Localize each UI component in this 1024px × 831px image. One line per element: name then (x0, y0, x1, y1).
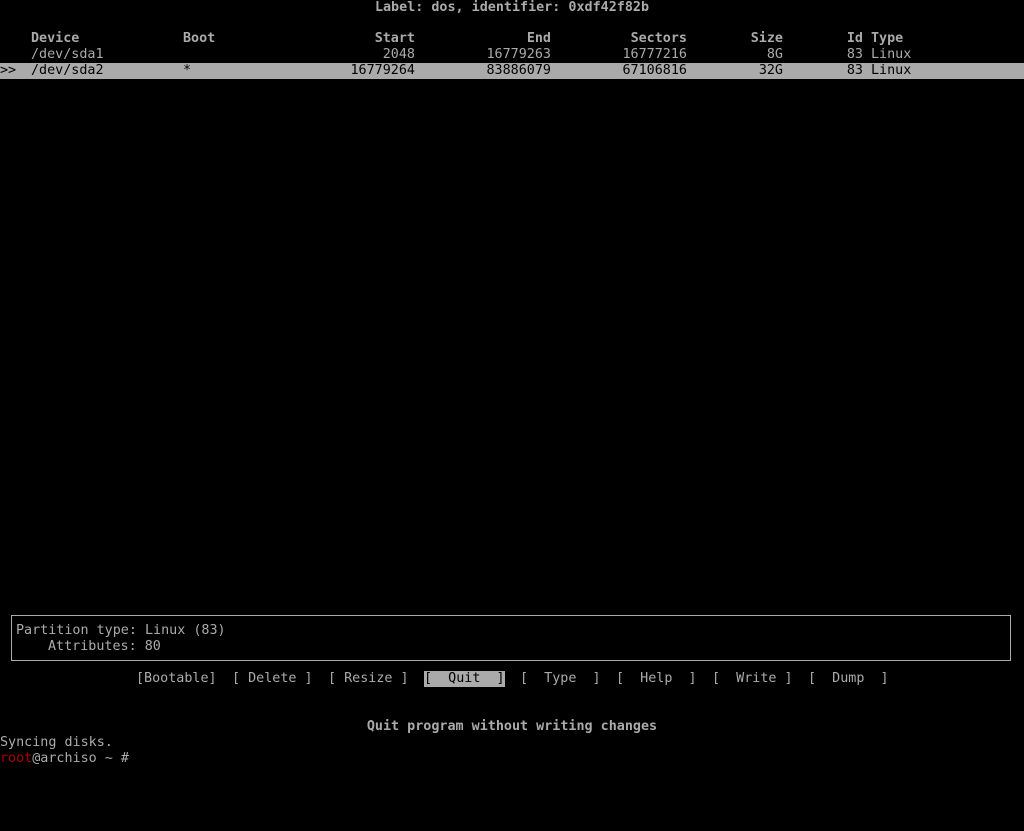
row-id: 83 (846, 47, 863, 62)
attributes-label: Attributes: (48, 639, 137, 654)
partition-info-box: Partition type: Linux (83) Attributes: 8… (11, 615, 1011, 661)
attributes-line: Attributes: 80 (48, 639, 161, 655)
action-menu: [Bootable] [ Delete ] [ Resize ] [ Quit … (0, 671, 1024, 687)
row-start: 2048 (382, 47, 415, 62)
row-end: 16779263 (486, 47, 552, 62)
header-device: Device (31, 31, 80, 46)
delete-button[interactable]: [ Delete ] (232, 671, 313, 687)
header-end: End (526, 31, 551, 46)
prompt-rest: @archiso ~ # (32, 751, 129, 766)
row-type: Linux (871, 47, 912, 62)
dump-button[interactable]: [ Dump ] (808, 671, 889, 687)
row-type: Linux (871, 63, 912, 78)
quit-button[interactable]: [ Quit ] (424, 671, 505, 687)
partition-type-value: Linux (83) (145, 623, 226, 638)
header-type: Type (871, 31, 904, 46)
header-sectors: Sectors (630, 31, 687, 46)
resize-button[interactable]: [ Resize ] (328, 671, 409, 687)
help-button[interactable]: [ Help ] (616, 671, 697, 687)
row-sectors: 67106816 (622, 63, 688, 78)
attributes-value: 80 (144, 639, 161, 654)
row-size: 8G (766, 47, 783, 62)
row-sectors: 16777216 (622, 47, 688, 62)
row-device: /dev/sda1 (31, 47, 104, 62)
row-marker: >> (0, 63, 17, 78)
shell-prompt[interactable]: root@archiso ~ # (0, 751, 129, 767)
prompt-user: root (0, 751, 33, 766)
row-boot: * (183, 63, 192, 78)
header-id: Id (846, 31, 863, 46)
disk-label: Label: dos, identifier: 0xdf42f82b (374, 0, 650, 15)
header-start: Start (374, 31, 415, 46)
write-button[interactable]: [ Write ] (712, 671, 793, 687)
cfdisk-screen: Label: dos, identifier: 0xdf42f82b Devic… (0, 0, 1024, 768)
row-end: 83886079 (486, 63, 552, 78)
header-boot: Boot (183, 31, 216, 46)
row-device: /dev/sda2 (31, 63, 104, 78)
partition-type-line: Partition type: Linux (83) (16, 623, 226, 639)
bootable-button[interactable]: [Bootable] (136, 671, 217, 687)
menu-hint: Quit program without writing changes (366, 719, 658, 734)
partition-row-sda2[interactable]: >> /dev/sda2 * 16779264 83886079 6710681… (0, 63, 1024, 79)
sync-message: Syncing disks. (0, 735, 113, 750)
partition-type-label: Partition type: (16, 623, 137, 638)
row-size: 32G (758, 63, 783, 78)
header-size: Size (750, 31, 783, 46)
partition-row-sda1[interactable]: /dev/sda1 2048 16779263 16777216 8G 83 L… (0, 47, 1024, 63)
row-start: 16779264 (350, 63, 416, 78)
row-id: 83 (846, 63, 863, 78)
table-header: Device Boot Start End Sectors Size Id Ty… (0, 31, 1024, 47)
type-button[interactable]: [ Type ] (520, 671, 601, 687)
